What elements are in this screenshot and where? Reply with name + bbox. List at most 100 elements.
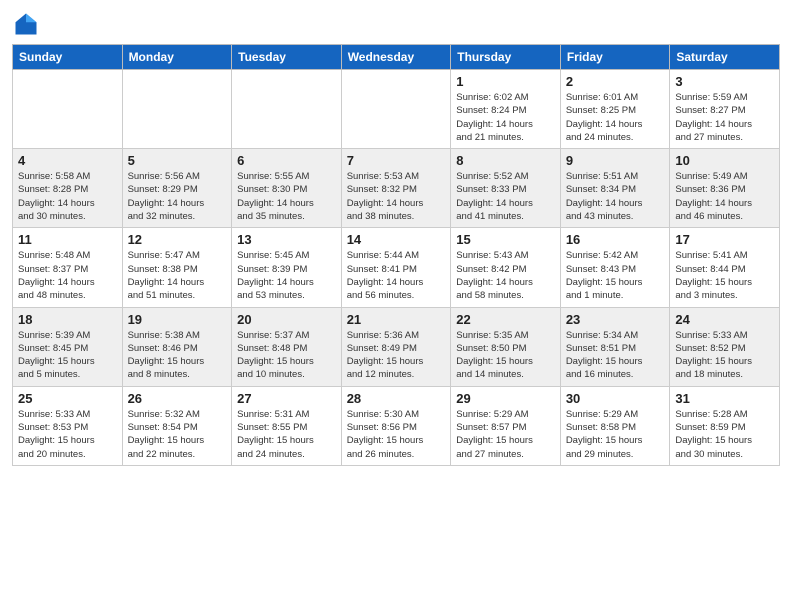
calendar-cell xyxy=(341,70,451,149)
day-info: Sunrise: 6:01 AM Sunset: 8:25 PM Dayligh… xyxy=(566,91,665,144)
weekday-header-thursday: Thursday xyxy=(451,45,561,70)
day-info: Sunrise: 5:28 AM Sunset: 8:59 PM Dayligh… xyxy=(675,408,774,461)
calendar-cell: 17Sunrise: 5:41 AM Sunset: 8:44 PM Dayli… xyxy=(670,228,780,307)
day-number: 28 xyxy=(347,391,446,406)
page: SundayMondayTuesdayWednesdayThursdayFrid… xyxy=(0,0,792,612)
calendar-cell: 21 Sunrise: 5:36 AM Sunset: 8:49 PM Dayli… xyxy=(341,307,451,386)
day-info: Sunrise: 5:49 AM Sunset: 8:36 PM Dayligh… xyxy=(675,170,774,223)
day-info: Sunrise: 5:33 AM Sunset: 8:53 PM Dayligh… xyxy=(18,408,117,461)
calendar-cell: 13Sunrise: 5:45 AM Sunset: 8:39 PM Dayli… xyxy=(232,228,342,307)
logo-icon xyxy=(12,10,40,38)
day-number: 17 xyxy=(675,232,774,247)
day-info: Sunrise: 5:53 AM Sunset: 8:32 PM Dayligh… xyxy=(347,170,446,223)
calendar-cell: 1 Sunrise: 6:02 AM Sunset: 8:24 PM Daylig… xyxy=(451,70,561,149)
calendar-cell: 28 Sunrise: 5:30 AM Sunset: 8:56 PM Dayli… xyxy=(341,386,451,465)
day-number: 26 xyxy=(128,391,227,406)
calendar-cell: 14Sunrise: 5:44 AM Sunset: 8:41 PM Dayli… xyxy=(341,228,451,307)
day-number: 31 xyxy=(675,391,774,406)
day-number: 7 xyxy=(347,153,446,168)
day-info: Sunrise: 5:51 AM Sunset: 8:34 PM Dayligh… xyxy=(566,170,665,223)
day-info: Sunrise: 5:47 AM Sunset: 8:38 PM Dayligh… xyxy=(128,249,227,302)
day-number: 4 xyxy=(18,153,117,168)
day-number: 16 xyxy=(566,232,665,247)
calendar-cell: 6 Sunrise: 5:55 AM Sunset: 8:30 PM Daylig… xyxy=(232,149,342,228)
day-info: Sunrise: 5:33 AM Sunset: 8:52 PM Dayligh… xyxy=(675,329,774,382)
calendar-cell: 24 Sunrise: 5:33 AM Sunset: 8:52 PM Dayli… xyxy=(670,307,780,386)
day-number: 9 xyxy=(566,153,665,168)
calendar-cell: 4 Sunrise: 5:58 AM Sunset: 8:28 PM Daylig… xyxy=(13,149,123,228)
weekday-header-friday: Friday xyxy=(560,45,670,70)
day-number: 2 xyxy=(566,74,665,89)
day-info: Sunrise: 5:52 AM Sunset: 8:33 PM Dayligh… xyxy=(456,170,555,223)
day-number: 27 xyxy=(237,391,336,406)
calendar-cell: 15 Sunrise: 5:43 AM Sunset: 8:42 PM Dayli… xyxy=(451,228,561,307)
header xyxy=(12,10,780,38)
weekday-header-saturday: Saturday xyxy=(670,45,780,70)
day-number: 29 xyxy=(456,391,555,406)
day-number: 3 xyxy=(675,74,774,89)
day-info: Sunrise: 5:58 AM Sunset: 8:28 PM Dayligh… xyxy=(18,170,117,223)
calendar-cell: 9 Sunrise: 5:51 AM Sunset: 8:34 PM Daylig… xyxy=(560,149,670,228)
calendar-cell: 23 Sunrise: 5:34 AM Sunset: 8:51 PM Dayli… xyxy=(560,307,670,386)
calendar-cell: 18 Sunrise: 5:39 AM Sunset: 8:45 PM Dayli… xyxy=(13,307,123,386)
calendar-cell: 29 Sunrise: 5:29 AM Sunset: 8:57 PM Dayli… xyxy=(451,386,561,465)
day-number: 11 xyxy=(18,232,117,247)
calendar-cell xyxy=(232,70,342,149)
day-number: 19 xyxy=(128,312,227,327)
day-info: Sunrise: 5:30 AM Sunset: 8:56 PM Dayligh… xyxy=(347,408,446,461)
calendar-cell: 20Sunrise: 5:37 AM Sunset: 8:48 PM Dayli… xyxy=(232,307,342,386)
day-info: Sunrise: 5:39 AM Sunset: 8:45 PM Dayligh… xyxy=(18,329,117,382)
day-number: 23 xyxy=(566,312,665,327)
calendar-week-row: 4 Sunrise: 5:58 AM Sunset: 8:28 PM Daylig… xyxy=(13,149,780,228)
calendar-cell: 16 Sunrise: 5:42 AM Sunset: 8:43 PM Dayli… xyxy=(560,228,670,307)
day-number: 6 xyxy=(237,153,336,168)
day-number: 21 xyxy=(347,312,446,327)
weekday-header-sunday: Sunday xyxy=(13,45,123,70)
day-info: Sunrise: 5:55 AM Sunset: 8:30 PM Dayligh… xyxy=(237,170,336,223)
day-info: Sunrise: 5:36 AM Sunset: 8:49 PM Dayligh… xyxy=(347,329,446,382)
calendar-cell: 8 Sunrise: 5:52 AM Sunset: 8:33 PM Daylig… xyxy=(451,149,561,228)
calendar-table: SundayMondayTuesdayWednesdayThursdayFrid… xyxy=(12,44,780,466)
calendar-cell: 2 Sunrise: 6:01 AM Sunset: 8:25 PM Daylig… xyxy=(560,70,670,149)
calendar-cell: 10Sunrise: 5:49 AM Sunset: 8:36 PM Dayli… xyxy=(670,149,780,228)
calendar-cell: 25 Sunrise: 5:33 AM Sunset: 8:53 PM Dayli… xyxy=(13,386,123,465)
day-info: Sunrise: 5:56 AM Sunset: 8:29 PM Dayligh… xyxy=(128,170,227,223)
day-info: Sunrise: 5:29 AM Sunset: 8:58 PM Dayligh… xyxy=(566,408,665,461)
day-number: 18 xyxy=(18,312,117,327)
day-info: Sunrise: 5:35 AM Sunset: 8:50 PM Dayligh… xyxy=(456,329,555,382)
calendar-cell: 19Sunrise: 5:38 AM Sunset: 8:46 PM Dayli… xyxy=(122,307,232,386)
calendar-cell: 31 Sunrise: 5:28 AM Sunset: 8:59 PM Dayli… xyxy=(670,386,780,465)
day-number: 5 xyxy=(128,153,227,168)
calendar-cell: 3 Sunrise: 5:59 AM Sunset: 8:27 PM Daylig… xyxy=(670,70,780,149)
calendar-cell: 5 Sunrise: 5:56 AM Sunset: 8:29 PM Daylig… xyxy=(122,149,232,228)
day-number: 22 xyxy=(456,312,555,327)
day-number: 24 xyxy=(675,312,774,327)
weekday-header-wednesday: Wednesday xyxy=(341,45,451,70)
weekday-header-tuesday: Tuesday xyxy=(232,45,342,70)
day-info: Sunrise: 5:42 AM Sunset: 8:43 PM Dayligh… xyxy=(566,249,665,302)
weekday-header-row: SundayMondayTuesdayWednesdayThursdayFrid… xyxy=(13,45,780,70)
calendar-week-row: 25 Sunrise: 5:33 AM Sunset: 8:53 PM Dayli… xyxy=(13,386,780,465)
day-info: Sunrise: 5:34 AM Sunset: 8:51 PM Dayligh… xyxy=(566,329,665,382)
day-info: Sunrise: 5:29 AM Sunset: 8:57 PM Dayligh… xyxy=(456,408,555,461)
day-number: 15 xyxy=(456,232,555,247)
calendar-cell xyxy=(13,70,123,149)
day-info: Sunrise: 6:02 AM Sunset: 8:24 PM Dayligh… xyxy=(456,91,555,144)
day-info: Sunrise: 5:31 AM Sunset: 8:55 PM Dayligh… xyxy=(237,408,336,461)
weekday-header-monday: Monday xyxy=(122,45,232,70)
day-number: 8 xyxy=(456,153,555,168)
day-number: 12 xyxy=(128,232,227,247)
day-info: Sunrise: 5:32 AM Sunset: 8:54 PM Dayligh… xyxy=(128,408,227,461)
day-info: Sunrise: 5:48 AM Sunset: 8:37 PM Dayligh… xyxy=(18,249,117,302)
day-info: Sunrise: 5:37 AM Sunset: 8:48 PM Dayligh… xyxy=(237,329,336,382)
logo xyxy=(12,10,44,38)
day-info: Sunrise: 5:43 AM Sunset: 8:42 PM Dayligh… xyxy=(456,249,555,302)
day-number: 1 xyxy=(456,74,555,89)
day-info: Sunrise: 5:45 AM Sunset: 8:39 PM Dayligh… xyxy=(237,249,336,302)
day-number: 25 xyxy=(18,391,117,406)
day-info: Sunrise: 5:59 AM Sunset: 8:27 PM Dayligh… xyxy=(675,91,774,144)
calendar-cell: 7 Sunrise: 5:53 AM Sunset: 8:32 PM Daylig… xyxy=(341,149,451,228)
calendar-week-row: 11 Sunrise: 5:48 AM Sunset: 8:37 PM Dayli… xyxy=(13,228,780,307)
day-number: 30 xyxy=(566,391,665,406)
day-number: 14 xyxy=(347,232,446,247)
